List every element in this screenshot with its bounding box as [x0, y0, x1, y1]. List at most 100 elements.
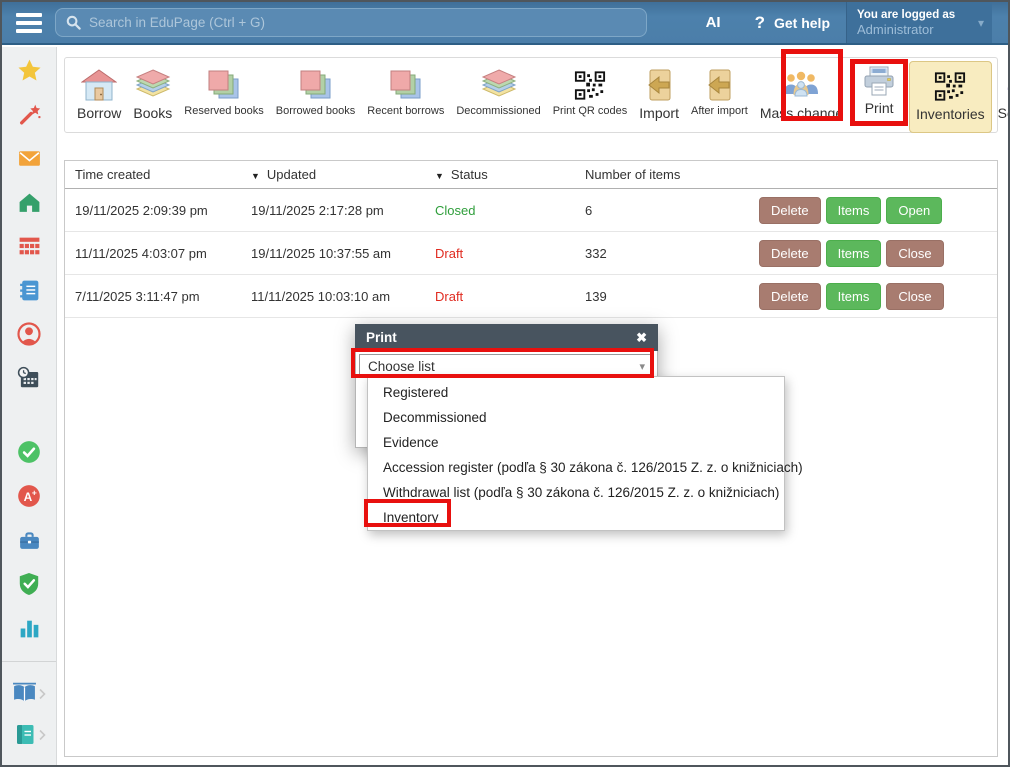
left-sidebar: A+ — [2, 47, 57, 765]
sort-descending-icon: ▼ — [251, 171, 260, 181]
edupage-window: AI ? Get help You are logged as Administ… — [0, 0, 1010, 767]
toolbar-item-mass-change[interactable]: Mass change — [754, 63, 849, 125]
close-button[interactable]: Close — [886, 283, 943, 310]
search-input[interactable] — [89, 15, 636, 30]
layers-icon — [134, 66, 172, 104]
notebook-icon[interactable] — [16, 277, 42, 303]
toolbar-item-borrowed-books[interactable]: Borrowed books — [270, 63, 362, 121]
bar-chart-icon[interactable] — [16, 615, 42, 641]
column-header-number-of-items[interactable]: Number of items — [575, 167, 759, 182]
stacked-cards-icon — [388, 66, 424, 104]
toolbar-item-decommissioned[interactable]: Decommissioned — [450, 63, 546, 121]
items-count-cell: 332 — [575, 246, 759, 261]
mail-icon[interactable] — [16, 145, 42, 171]
toolbar-label: Borrowed books — [276, 105, 356, 117]
toolbar-item-books[interactable]: Books — [127, 63, 178, 125]
library-toolbar: Borrow Books Reserved books Borrowed boo… — [64, 57, 998, 133]
toolbar-item-recent-borrows[interactable]: Recent borrows — [361, 63, 450, 121]
sort-descending-icon: ▼ — [435, 171, 444, 181]
delete-button[interactable]: Delete — [759, 283, 821, 310]
print-dialog-header: Print ✖ — [355, 324, 658, 351]
updated-cell: 11/11/2025 10:03:10 am — [241, 289, 425, 304]
toolbar-item-settings[interactable]: Settings — [992, 63, 1010, 125]
choose-list-options: Registered Decommissioned Evidence Acces… — [367, 376, 785, 531]
toolbar-item-reserved-books[interactable]: Reserved books — [178, 63, 270, 121]
choose-list-select[interactable]: Choose list ▾ — [359, 354, 654, 378]
logged-as-label: You are logged as — [857, 9, 970, 21]
toolbar-label: Settings — [998, 105, 1010, 121]
close-button[interactable]: Close — [886, 240, 943, 267]
stacked-cards-icon — [206, 66, 242, 104]
grades-icon[interactable]: A+ — [16, 483, 42, 509]
user-menu[interactable]: You are logged as Administrator ▾ — [846, 2, 992, 43]
column-header-time-created[interactable]: Time created — [65, 167, 241, 182]
option-inventory[interactable]: Inventory — [368, 505, 784, 530]
chevron-right-icon — [38, 729, 46, 741]
open-button[interactable]: Open — [886, 197, 942, 224]
option-withdrawal-list[interactable]: Withdrawal list (podľa § 30 zákona č. 12… — [368, 480, 784, 505]
row-actions: Delete Items Open — [759, 197, 997, 224]
briefcase-icon[interactable] — [16, 527, 42, 553]
timetable-icon[interactable] — [16, 233, 42, 259]
star-icon[interactable] — [16, 57, 42, 83]
toolbar-label: Mass change — [760, 105, 843, 121]
time-created-cell: 11/11/2025 4:03:07 pm — [65, 246, 241, 261]
top-header: AI ? Get help You are logged as Administ… — [2, 2, 1008, 45]
row-actions: Delete Items Close — [759, 240, 997, 267]
table-row: 19/11/2025 2:09:39 pm 19/11/2025 2:17:28… — [65, 189, 997, 232]
toolbar-item-print-qr-codes[interactable]: Print QR codes — [547, 63, 634, 121]
table-header-row: Time created ▼Updated ▼Status Number of … — [65, 161, 997, 189]
toolbar-item-print[interactable]: Print — [857, 64, 901, 118]
get-help-button[interactable]: Get help — [774, 15, 830, 31]
help-icon: ? — [755, 13, 765, 33]
column-header-status[interactable]: ▼Status — [425, 167, 575, 182]
chevron-down-icon: ▾ — [639, 360, 645, 373]
library-icon[interactable] — [12, 682, 46, 705]
global-search[interactable] — [55, 8, 647, 37]
toolbar-label: Recent borrows — [367, 105, 444, 117]
svg-text:+: + — [32, 487, 37, 497]
check-circle-icon[interactable] — [16, 439, 42, 465]
updated-cell: 19/11/2025 2:17:28 pm — [241, 203, 425, 218]
toolbar-item-borrow[interactable]: Borrow — [71, 63, 127, 125]
ai-button[interactable]: AI — [706, 14, 721, 31]
option-accession-register[interactable]: Accession register (podľa § 30 zákona č.… — [368, 455, 784, 480]
stacked-cards-icon — [298, 66, 334, 104]
delete-button[interactable]: Delete — [759, 240, 821, 267]
option-decommissioned[interactable]: Decommissioned — [368, 405, 784, 430]
calendar-clock-icon[interactable] — [16, 365, 42, 391]
status-badge: Draft — [425, 246, 575, 261]
documents-icon[interactable] — [13, 723, 46, 746]
house-icon — [81, 66, 117, 104]
printer-icon — [861, 65, 897, 99]
qr-icon — [574, 66, 606, 104]
column-header-updated[interactable]: ▼Updated — [241, 167, 425, 182]
toolbar-label: Decommissioned — [456, 105, 540, 117]
select-value: Choose list — [368, 359, 435, 374]
row-actions: Delete Items Close — [759, 283, 997, 310]
toolbar-item-inventories[interactable]: Inventories — [909, 61, 991, 133]
toolbar-label: Reserved books — [184, 105, 264, 117]
items-button[interactable]: Items — [826, 283, 882, 310]
shield-check-icon[interactable] — [16, 571, 42, 597]
status-badge: Closed — [425, 203, 575, 218]
hamburger-menu-icon[interactable] — [2, 13, 52, 33]
toolbar-label: Import — [639, 105, 679, 121]
delete-button[interactable]: Delete — [759, 197, 821, 224]
status-badge: Draft — [425, 289, 575, 304]
home-icon[interactable] — [16, 189, 42, 215]
time-created-cell: 7/11/2025 3:11:47 pm — [65, 289, 241, 304]
wand-icon[interactable] — [16, 101, 42, 127]
option-registered[interactable]: Registered — [368, 380, 784, 405]
toolbar-item-after-import[interactable]: After import — [685, 63, 754, 121]
items-button[interactable]: Items — [826, 240, 882, 267]
toolbar-label: Print — [865, 100, 894, 116]
close-icon[interactable]: ✖ — [636, 330, 647, 346]
toolbar-item-import[interactable]: Import — [633, 63, 685, 125]
profile-icon[interactable] — [16, 321, 42, 347]
toolbar-label: Print QR codes — [553, 105, 628, 117]
option-evidence[interactable]: Evidence — [368, 430, 784, 455]
items-button[interactable]: Items — [826, 197, 882, 224]
updated-cell: 19/11/2025 10:37:55 am — [241, 246, 425, 261]
annotation-print-toolbar: Print — [850, 59, 908, 126]
